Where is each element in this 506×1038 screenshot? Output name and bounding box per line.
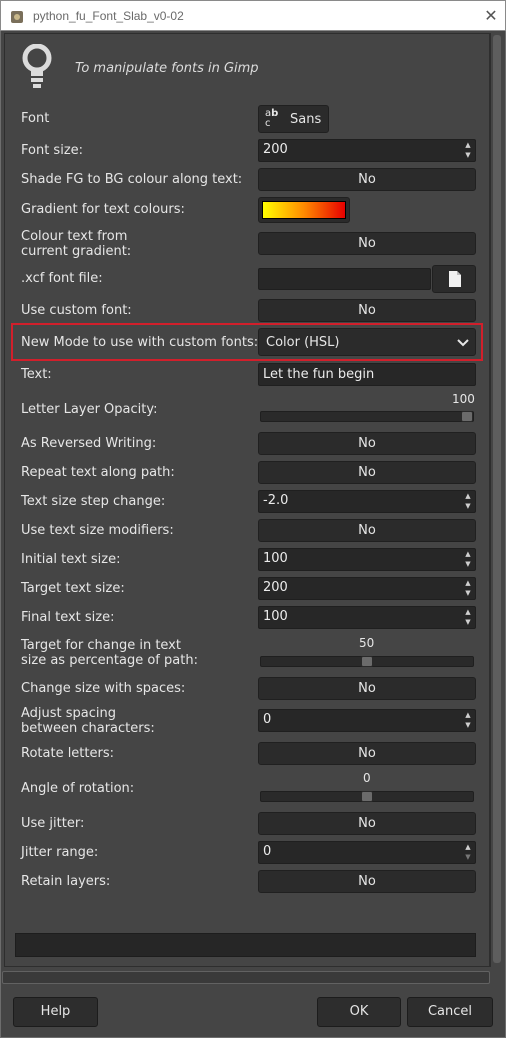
font-button[interactable]: ab c Sans [258, 105, 329, 133]
horizontal-scrollbar[interactable] [2, 971, 490, 984]
angle-label: Angle of rotation: [21, 781, 135, 796]
jitter-toggle-button[interactable]: No [258, 812, 476, 835]
file-chooser-button[interactable] [432, 265, 476, 293]
rotate-toggle-button[interactable]: No [258, 742, 476, 765]
decrement-icon[interactable]: ▼ [463, 151, 473, 160]
font-label: Font [21, 111, 50, 126]
shade-toggle-button[interactable]: No [258, 168, 476, 191]
final-size-label: Final text size: [21, 610, 115, 625]
opacity-slider[interactable] [260, 411, 474, 422]
font-size-label: Font size: [21, 143, 84, 158]
decrement-icon[interactable]: ▼ [463, 502, 473, 511]
increment-icon[interactable]: ▲ [463, 843, 473, 852]
progress-bar [15, 933, 476, 957]
reversed-label: As Reversed Writing: [21, 436, 157, 451]
close-icon[interactable]: ✕ [482, 7, 500, 25]
file-icon [449, 271, 461, 287]
repeat-label: Repeat text along path: [21, 465, 175, 480]
spacing-value: 0 [263, 712, 272, 727]
rotate-label: Rotate letters: [21, 746, 114, 761]
initial-size-spinner[interactable]: 100 ▲ ▼ [258, 548, 476, 571]
jitter-label: Use jitter: [21, 816, 85, 831]
increment-icon[interactable]: ▲ [463, 550, 473, 559]
vertical-scrollbar[interactable] [490, 33, 503, 967]
repeat-toggle-button[interactable]: No [258, 461, 476, 484]
decrement-icon[interactable]: ▼ [463, 618, 473, 627]
xcf-file-input[interactable] [258, 268, 431, 290]
target-percent-value: 50 [359, 636, 375, 650]
text-label: Text: [21, 367, 52, 382]
jitter-range-label: Jitter range: [21, 845, 99, 860]
modifiers-label: Use text size modifiers: [21, 523, 174, 538]
step-spinner[interactable]: -2.0 ▲ ▼ [258, 490, 476, 513]
retain-label: Retain layers: [21, 874, 111, 889]
dialog-description: To manipulate fonts in Gimp [75, 61, 259, 76]
target-size-value: 200 [263, 580, 288, 595]
colour-text-label: Colour text from current gradient: [21, 229, 132, 259]
increment-icon[interactable]: ▲ [463, 579, 473, 588]
scrollbar-thumb[interactable] [493, 35, 501, 963]
slider-knob[interactable] [361, 791, 373, 802]
font-icon: ab c [265, 108, 279, 129]
slider-knob[interactable] [361, 656, 373, 667]
slider-knob[interactable] [461, 411, 473, 422]
custom-font-toggle-button[interactable]: No [258, 299, 476, 322]
decrement-icon[interactable]: ▼ [463, 560, 473, 569]
spacing-label: Adjust spacing between characters: [21, 706, 155, 736]
angle-value: 0 [363, 771, 371, 785]
target-size-spinner[interactable]: 200 ▲ ▼ [258, 577, 476, 600]
window-title: python_fu_Font_Slab_v0-02 [33, 9, 184, 23]
reversed-toggle-button[interactable]: No [258, 432, 476, 455]
gimp-app-icon [11, 11, 23, 23]
lightbulb-icon [22, 44, 52, 88]
initial-size-label: Initial text size: [21, 552, 121, 567]
increment-icon[interactable]: ▲ [463, 492, 473, 501]
final-size-spinner[interactable]: 100 ▲ ▼ [258, 606, 476, 629]
chevron-down-icon [457, 339, 469, 347]
shade-label: Shade FG to BG colour along text: [21, 172, 243, 187]
ok-button[interactable]: OK [317, 997, 401, 1027]
target-percent-label: Target for change in text size as percen… [21, 638, 198, 668]
increment-icon[interactable]: ▲ [463, 711, 473, 720]
decrement-icon[interactable]: ▼ [463, 721, 473, 730]
gradient-label: Gradient for text colours: [21, 202, 185, 217]
final-size-value: 100 [263, 609, 288, 624]
font-size-value: 200 [263, 142, 288, 157]
mode-label: New Mode to use with custom fonts: [21, 335, 259, 350]
gradient-swatch [262, 201, 346, 219]
decrement-icon[interactable]: ▼ [463, 589, 473, 598]
target-size-label: Target text size: [21, 581, 125, 596]
custom-font-label: Use custom font: [21, 303, 132, 318]
font-size-spinner[interactable]: 200 ▲ ▼ [258, 139, 476, 162]
spaces-label: Change size with spaces: [21, 681, 186, 696]
initial-size-value: 100 [263, 551, 288, 566]
mode-dropdown[interactable]: Color (HSL) [258, 328, 476, 356]
title-bar: python_fu_Font_Slab_v0-02 ✕ [0, 0, 506, 31]
increment-icon[interactable]: ▲ [463, 608, 473, 617]
jitter-range-value: 0 [263, 844, 272, 859]
help-button[interactable]: Help [13, 997, 98, 1027]
opacity-label: Letter Layer Opacity: [21, 402, 158, 417]
cancel-button[interactable]: Cancel [407, 997, 493, 1027]
gradient-button[interactable] [258, 197, 350, 223]
mode-selected-value: Color (HSL) [266, 335, 340, 350]
retain-toggle-button[interactable]: No [258, 870, 476, 893]
jitter-range-spinner[interactable]: 0 ▲ ▼ [258, 841, 476, 864]
modifiers-toggle-button[interactable]: No [258, 519, 476, 542]
increment-icon[interactable]: ▲ [463, 141, 473, 150]
spacing-spinner[interactable]: 0 ▲ ▼ [258, 709, 476, 732]
spaces-toggle-button[interactable]: No [258, 677, 476, 700]
font-value: Sans [290, 112, 322, 127]
target-percent-slider[interactable] [260, 656, 474, 667]
angle-slider[interactable] [260, 791, 474, 802]
colour-text-toggle-button[interactable]: No [258, 232, 476, 255]
text-input[interactable]: Let the fun begin [258, 363, 476, 386]
step-label: Text size step change: [21, 494, 166, 509]
step-value: -2.0 [263, 493, 289, 508]
xcf-file-label: .xcf font file: [21, 271, 103, 286]
decrement-icon[interactable]: ▼ [463, 853, 473, 862]
opacity-value: 100 [452, 392, 475, 406]
